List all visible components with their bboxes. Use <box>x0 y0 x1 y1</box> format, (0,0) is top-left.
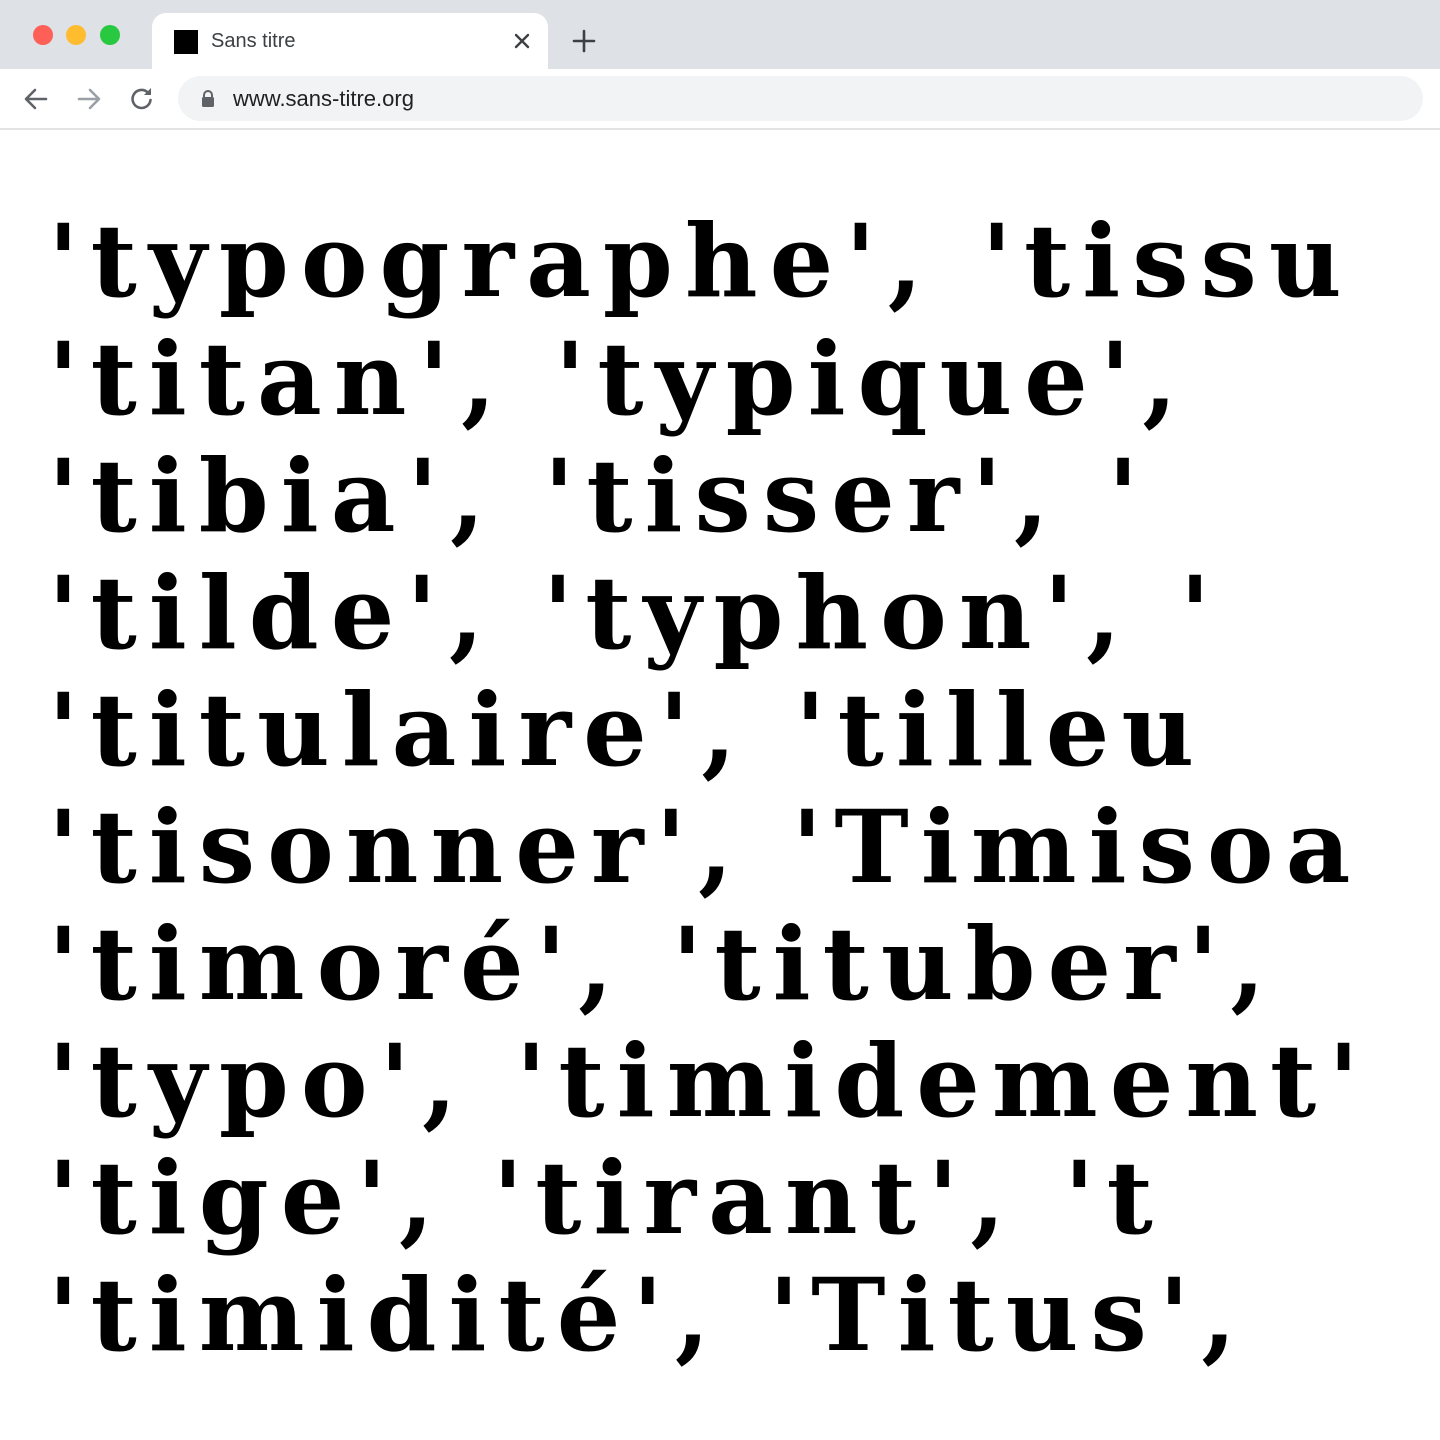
word-line: 'tige', 'tirant', 't <box>48 1139 1165 1257</box>
word-line: 'typo', 'timidement' <box>48 1022 1371 1140</box>
browser-window: Sans titre www.sans-titre.org 'typograph… <box>0 0 1440 1440</box>
word-line: 'typographe', 'tissu <box>48 202 1354 320</box>
close-window-button[interactable] <box>33 25 53 45</box>
word-line: 'titulaire', 'tilleu <box>48 671 1207 789</box>
address-bar[interactable]: www.sans-titre.org <box>178 76 1423 121</box>
word-line: 'timidité', 'Titus', <box>48 1256 1249 1374</box>
reload-icon[interactable] <box>128 85 156 113</box>
tab-strip: Sans titre <box>0 0 1440 69</box>
word-line: 'timoré', 'tituber', <box>48 905 1278 1023</box>
black-square-icon <box>174 30 198 54</box>
word-line: 'tibia', 'tisser', ' <box>48 437 1151 555</box>
plus-icon[interactable] <box>570 27 598 55</box>
word-line: 'tisonner', 'Timisoa <box>48 788 1363 906</box>
arrow-left-icon[interactable] <box>22 85 50 113</box>
tab-title: Sans titre <box>211 30 296 52</box>
word-line: 'titan', 'typique', <box>48 320 1190 438</box>
minimize-window-button[interactable] <box>66 25 86 45</box>
word-line: 'tilde', 'typhon', ' <box>48 554 1223 672</box>
browser-tab[interactable]: Sans titre <box>152 13 548 69</box>
lock-icon[interactable] <box>200 89 216 109</box>
close-icon[interactable] <box>509 28 535 54</box>
url-text[interactable]: www.sans-titre.org <box>233 84 414 114</box>
browser-toolbar: www.sans-titre.org <box>0 69 1440 130</box>
page-content: 'typographe', 'tissu 'titan', 'typique',… <box>0 130 1392 1440</box>
maximize-window-button[interactable] <box>100 25 120 45</box>
arrow-right-icon[interactable] <box>75 85 103 113</box>
